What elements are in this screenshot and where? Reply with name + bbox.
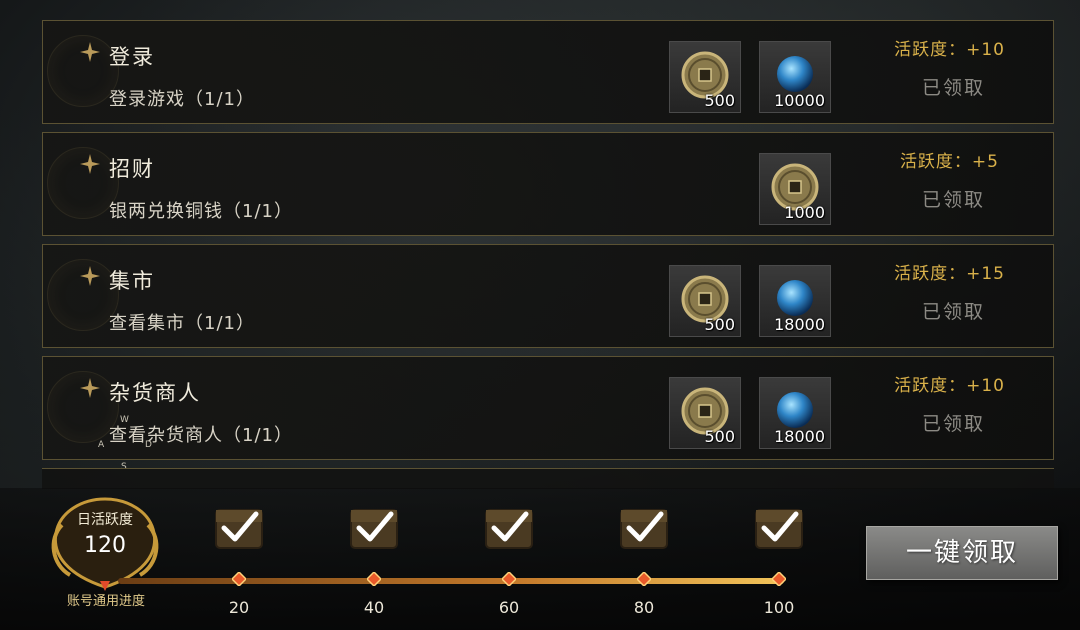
milestone-label: 80 [633,598,655,617]
reward-chest-icon[interactable] [339,494,409,556]
task-desc: 登录游戏（1/1） [109,89,255,110]
activity-points: 活跃度：+10 [894,40,1005,60]
milestone-label: 60 [498,598,520,617]
account-progress-label: 账号通用进度 [66,594,145,609]
task-row-grocer: 杂货商人 查看杂货商人（1/1） 500 18000 活跃度：+10 已领取 [42,356,1054,460]
task-title: 登录 [109,45,155,69]
reward-orb[interactable]: 18000 [759,265,831,337]
progress-track [118,578,784,584]
reward-amount: 1000 [784,203,825,222]
task-row-zhaocai: 招财 银两兑换铜钱（1/1） 1000 活跃度：+5 已领取 [42,132,1054,236]
activity-points: 活跃度：+10 [894,376,1005,396]
key-a-hint: A [98,440,105,450]
reward-chest-icon[interactable] [609,494,679,556]
task-row-market: 集市 查看集市（1/1） 500 18000 活跃度：+15 已领取 [42,244,1054,348]
daily-activity-value: 120 [84,533,126,558]
reward-amount: 500 [704,91,735,110]
fleur-icon [80,378,100,398]
task-desc: 查看集市（1/1） [109,313,255,334]
milestone-label: 40 [363,598,385,617]
reward-amount: 18000 [774,427,825,446]
task-row-partial [42,468,1054,489]
task-row-login: 登录 登录游戏（1/1） 500 10000 活跃度：+10 已领取 [42,20,1054,124]
reward-amount: 500 [704,315,735,334]
claim-all-button[interactable]: 一键领取 [866,526,1058,580]
task-desc: 查看杂货商人（1/1） [109,425,293,446]
activity-points: 活跃度：+5 [899,152,999,172]
fleur-icon [80,154,100,174]
claimed-status: 已领取 [921,301,985,323]
reward-coin[interactable]: 500 [669,41,741,113]
daily-activity-label: 日活跃度 [77,512,133,528]
reward-amount: 10000 [774,91,825,110]
reward-amount: 18000 [774,315,825,334]
reward-chest-icon[interactable] [204,494,274,556]
activity-points: 活跃度：+15 [894,264,1005,284]
reward-coin[interactable]: 500 [669,265,741,337]
milestone-marker-icon [232,572,246,586]
claimed-status: 已领取 [921,413,985,435]
task-title: 杂货商人 [109,381,201,405]
task-title: 集市 [109,269,155,293]
fleur-icon [80,42,100,62]
milestone-label: 100 [763,598,795,617]
reward-amount: 500 [704,427,735,446]
reward-chest-icon[interactable] [474,494,544,556]
milestone-label: 20 [228,598,250,617]
reward-orb[interactable]: 10000 [759,41,831,113]
fleur-icon [80,266,100,286]
reward-coin[interactable]: 500 [669,377,741,449]
milestone-marker-icon [367,572,381,586]
task-title: 招财 [109,157,155,181]
reward-orb[interactable]: 18000 [759,377,831,449]
claimed-status: 已领取 [921,189,985,211]
key-w-hint: W [120,415,129,425]
claimed-status: 已领取 [921,77,985,99]
milestone-marker-icon [637,572,651,586]
reward-chest-icon[interactable] [744,494,814,556]
milestone-marker-icon [502,572,516,586]
key-d-hint: D [145,440,152,450]
milestone-marker-icon [772,572,786,586]
task-desc: 银两兑换铜钱（1/1） [109,201,293,222]
reward-coin[interactable]: 1000 [759,153,831,225]
